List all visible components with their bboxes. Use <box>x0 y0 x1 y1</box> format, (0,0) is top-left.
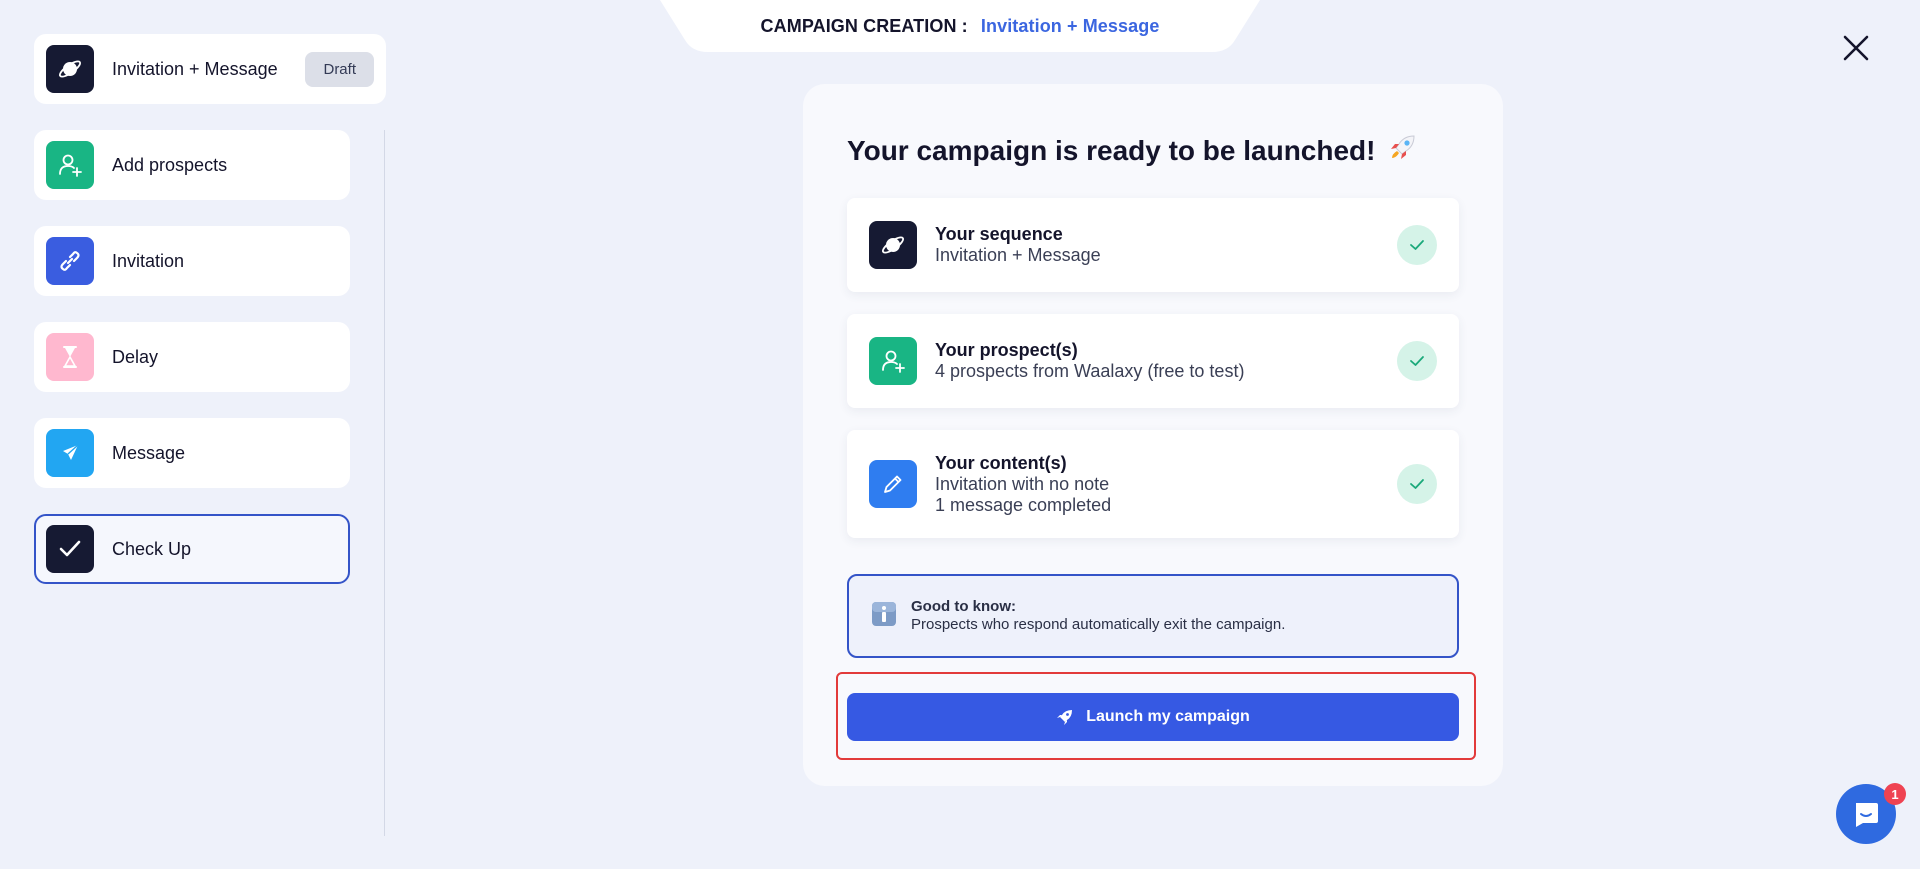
sidebar-item-invitation[interactable]: Invitation <box>34 226 350 296</box>
check-circle-icon <box>1397 464 1437 504</box>
summary-card-line: Invitation + Message <box>935 245 1101 265</box>
status-badge: Draft <box>305 51 374 87</box>
send-icon <box>46 429 94 477</box>
add-user-icon <box>46 141 94 189</box>
rocket-icon <box>1388 132 1418 169</box>
summary-card-text: Your content(s) Invitation with no note … <box>935 453 1111 516</box>
notification-badge: 1 <box>1884 783 1906 805</box>
rocket-icon <box>1057 710 1073 725</box>
info-box: Good to know: Prospects who respond auto… <box>847 574 1459 658</box>
summary-card-line: 4 prospects from Waalaxy (free to test) <box>935 361 1245 381</box>
close-button[interactable] <box>1840 32 1872 64</box>
info-icon <box>871 601 897 632</box>
summary-card-sequence: Your sequence Invitation + Message <box>847 198 1459 292</box>
info-title: Good to know: <box>911 598 1016 615</box>
summary-card-title: Your prospect(s) <box>935 340 1078 360</box>
sidebar-item-label: Invitation <box>112 250 185 271</box>
sidebar-item-label: Add prospects <box>112 154 228 175</box>
sidebar-item-check-up[interactable]: Check Up <box>34 514 350 584</box>
summary-panel: Your campaign is ready to be launched! Y… <box>803 84 1503 786</box>
sidebar-item-add-prospects[interactable]: Add prospects <box>34 130 350 200</box>
sidebar-sequence-card[interactable]: Invitation + Message Draft <box>34 34 386 104</box>
summary-card-title: Your sequence <box>935 224 1063 244</box>
summary-card-title: Your content(s) <box>935 452 1067 473</box>
header-prefix: CAMPAIGN CREATION : <box>760 16 968 36</box>
check-icon <box>46 525 94 573</box>
link-icon <box>46 237 94 285</box>
summary-card-prospects: Your prospect(s) 4 prospects from Waalax… <box>847 314 1459 408</box>
summary-card-line: 1 message completed <box>935 494 1112 515</box>
planet-icon <box>869 221 917 269</box>
add-user-icon <box>869 337 917 385</box>
sidebar-item-label: Check Up <box>112 538 192 559</box>
summary-card-line: Invitation with no note <box>935 473 1110 494</box>
sidebar-item-message[interactable]: Message <box>34 418 350 488</box>
page-title: Your campaign is ready to be launched! <box>847 132 1418 169</box>
sidebar-item-delay[interactable]: Delay <box>34 322 350 392</box>
launch-campaign-button[interactable]: Launch my campaign <box>847 693 1459 741</box>
summary-card-text: Your sequence Invitation + Message <box>935 224 1101 266</box>
close-icon <box>1843 35 1869 61</box>
page-title-text: Your campaign is ready to be launched! <box>847 134 1376 166</box>
launch-campaign-label: Launch my campaign <box>1086 708 1250 725</box>
sidebar-sequence-label: Invitation + Message <box>112 58 278 79</box>
sidebar-divider <box>384 130 385 836</box>
info-description: Prospects who respond automatically exit… <box>911 616 1286 633</box>
header-tab: CAMPAIGN CREATION : Invitation + Message <box>660 0 1260 52</box>
sidebar-item-label: Delay <box>112 346 159 367</box>
hourglass-icon <box>46 333 94 381</box>
check-circle-icon <box>1397 341 1437 381</box>
check-circle-icon <box>1397 225 1437 265</box>
planet-icon <box>46 45 94 93</box>
summary-card-text: Your prospect(s) 4 prospects from Waalax… <box>935 340 1244 382</box>
chat-icon <box>1856 803 1878 827</box>
sidebar-item-label: Message <box>112 442 186 463</box>
pencil-icon <box>869 460 917 508</box>
header-title: CAMPAIGN CREATION : Invitation + Message <box>660 16 1260 37</box>
summary-card-content: Your content(s) Invitation with no note … <box>847 430 1459 538</box>
info-text: Good to know: Prospects who respond auto… <box>911 598 1285 634</box>
header-campaign-name: Invitation + Message <box>980 16 1160 36</box>
